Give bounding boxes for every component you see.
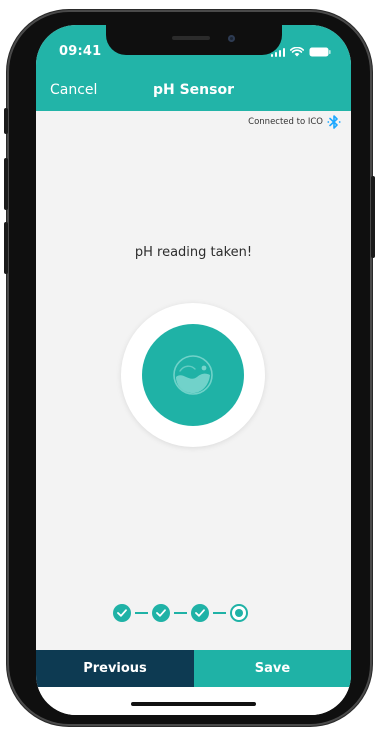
step-2-complete-check-icon (152, 604, 170, 622)
bluetooth-icon (327, 114, 341, 130)
save-button[interactable]: Save (194, 650, 351, 687)
front-camera (228, 35, 235, 42)
connection-status: Connected to ICO (248, 114, 341, 130)
action-bar: Previous Save (36, 650, 351, 687)
page-title: pH Sensor (152, 82, 234, 98)
wifi-icon (290, 47, 304, 57)
app-header: 09:41 Cancel pH Sensor (36, 25, 351, 111)
status-time: 09:41 (59, 44, 102, 59)
step-3-complete-check-icon (191, 604, 209, 622)
power-button (371, 176, 375, 258)
volume-down-button (4, 222, 8, 274)
step-connector (213, 612, 226, 614)
phone-screen: 09:41 Cancel pH Sensor Connected to ICO … (36, 25, 351, 715)
step-connector (135, 612, 148, 614)
reading-status-message: pH reading taken! (134, 245, 253, 260)
step-4-current-indicator (230, 604, 248, 622)
step-connector (174, 612, 187, 614)
navigation-bar: Cancel pH Sensor (36, 77, 351, 111)
previous-button[interactable]: Previous (36, 650, 194, 687)
step-progress (113, 603, 248, 623)
current-step-dot (235, 609, 243, 617)
signal-icon (270, 47, 285, 57)
home-indicator-area (36, 687, 351, 715)
status-icons (270, 45, 332, 57)
battery-icon (309, 47, 331, 57)
notch (106, 25, 282, 55)
home-indicator[interactable] (131, 702, 256, 706)
step-1-complete-check-icon (113, 604, 131, 622)
water-drop-icon (171, 353, 215, 397)
speaker-grille (172, 36, 210, 40)
mute-switch (4, 108, 8, 134)
sensor-indicator (121, 303, 265, 447)
volume-up-button (4, 158, 8, 210)
connection-text: Connected to ICO (248, 117, 323, 127)
sensor-indicator-core (142, 324, 244, 426)
